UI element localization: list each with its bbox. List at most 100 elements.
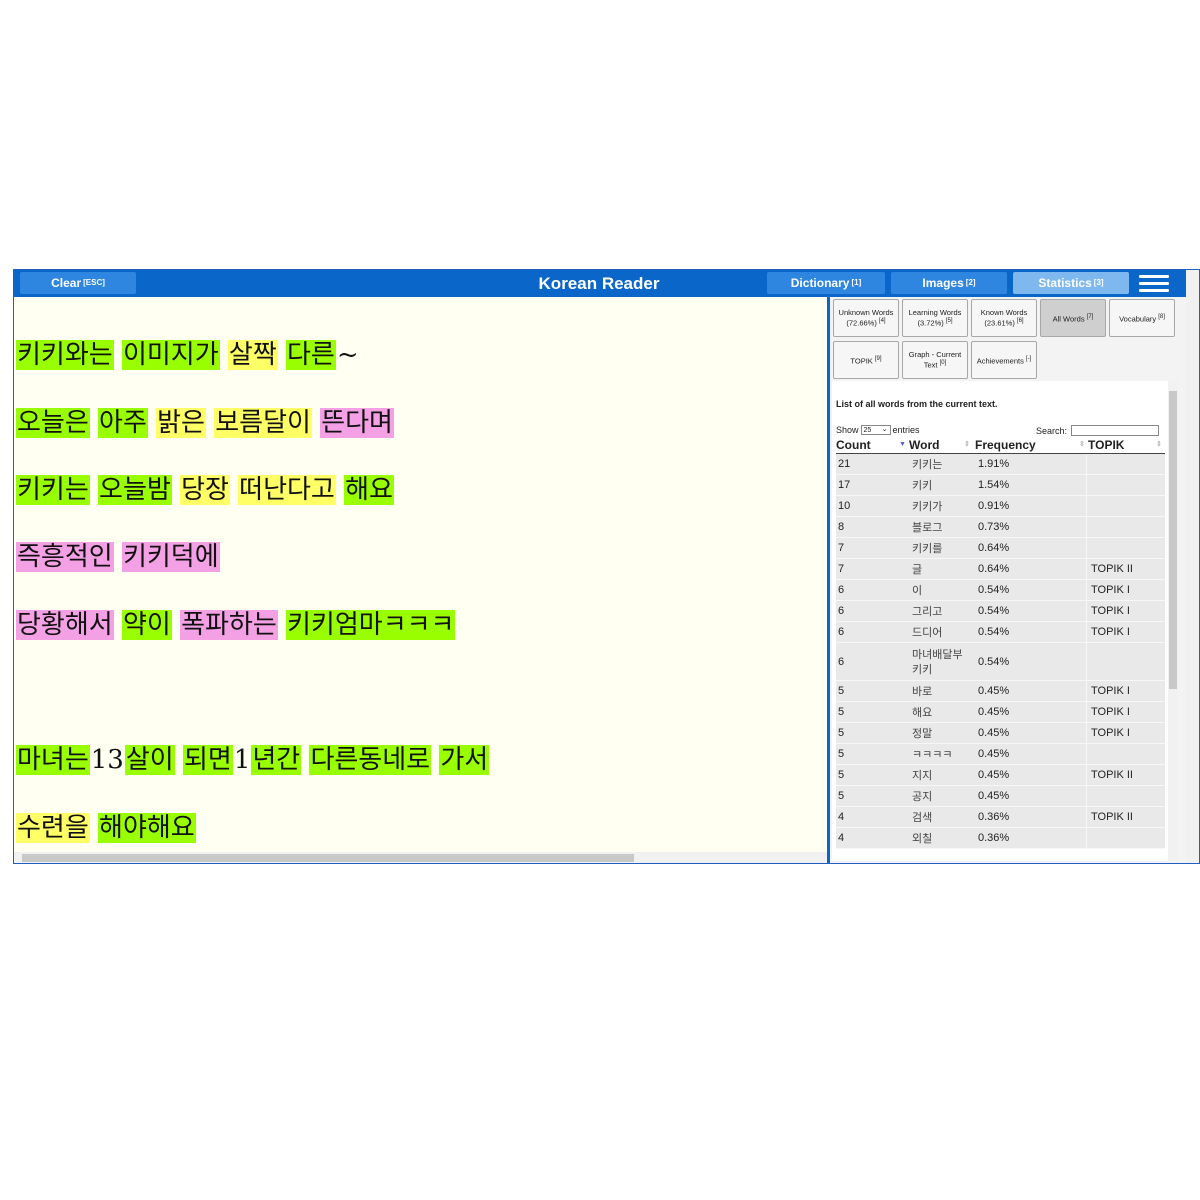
cell-topik-text: TOPIK II: [1091, 811, 1133, 823]
cell-word: 그리고: [912, 601, 974, 621]
cell-count-text: 5: [838, 748, 845, 760]
reader-word[interactable]: 살이: [124, 745, 175, 775]
stat-tab-learning-words-3-72[interactable]: Learning Words (3.72%) [5]: [902, 299, 968, 337]
reader-horizontal-scrollbar[interactable]: [14, 852, 829, 863]
table-row[interactable]: 7 글 0.64% TOPIK II: [836, 559, 1165, 580]
table-row[interactable]: 8 블로그 0.73%: [836, 517, 1165, 538]
reader-word[interactable]: 폭파하는: [180, 610, 278, 640]
reader-word[interactable]: 즉흥적인: [16, 542, 114, 572]
cell-count-text: 6: [838, 655, 845, 668]
cell-count: 7: [838, 538, 844, 558]
column-header-frequency[interactable]: Frequency: [975, 437, 1036, 453]
sort-icon: ⇕: [964, 441, 970, 448]
table-row[interactable]: 4 검색 0.36% TOPIK II: [836, 807, 1165, 828]
table-row[interactable]: 4 외칠 0.36%: [836, 828, 1165, 849]
cell-freq-text: 0.36%: [978, 832, 1010, 844]
column-header-word[interactable]: Word: [909, 437, 939, 453]
cell-word: 키키를: [912, 538, 974, 558]
reader-word[interactable]: 이미지가: [121, 340, 220, 370]
cell-word: 정말: [912, 723, 974, 743]
reader-word[interactable]: 살짝: [227, 340, 278, 370]
reader-word[interactable]: 해요: [344, 475, 394, 505]
table-row[interactable]: 5 해요 0.45% TOPIK I: [836, 702, 1165, 723]
stat-tab-unknown-words-72-66[interactable]: Unknown Words (72.66%) [4]: [833, 299, 899, 337]
reader-word[interactable]: 가서: [439, 745, 490, 775]
cell-word: 키키: [912, 475, 974, 495]
reader-word[interactable]: 키키는: [16, 475, 90, 505]
table-row[interactable]: 5 ㅋㅋㅋㅋ 0.45%: [836, 744, 1165, 765]
reader-word[interactable]: 다른동네로: [309, 745, 432, 775]
hamburger-menu-icon[interactable]: [1134, 272, 1174, 295]
cell-freq: 0.54%: [978, 622, 1009, 642]
sidebar-vertical-scrollbar[interactable]: [1168, 381, 1178, 861]
reader-word[interactable]: 키키덕에: [121, 542, 220, 572]
reader-word[interactable]: 오늘밤: [98, 475, 172, 505]
reader-word[interactable]: 당황해서: [16, 610, 114, 640]
column-divider: [1086, 559, 1087, 579]
stat-tab-topik[interactable]: TOPIK [9]: [833, 341, 899, 379]
stat-tab-vocabulary[interactable]: Vocabulary [8]: [1109, 299, 1175, 337]
reader-word[interactable]: 떠난다고: [238, 475, 336, 505]
table-row[interactable]: 5 정말 0.45% TOPIK I: [836, 723, 1165, 744]
reader-scroll-thumb[interactable]: [22, 854, 634, 862]
stat-tab-shortcut: [9]: [874, 355, 882, 362]
reader-word[interactable]: 키키엄마ㅋㅋㅋ: [286, 610, 456, 640]
show-label: Show: [836, 425, 859, 435]
table-row[interactable]: 6 이 0.54% TOPIK I: [836, 580, 1165, 601]
table-row[interactable]: 5 공지 0.45%: [836, 786, 1165, 807]
stat-tab-text: Vocabulary: [1119, 314, 1157, 324]
dictionary-tab[interactable]: Dictionary [1]: [767, 272, 885, 294]
column-header-count[interactable]: Count: [836, 437, 871, 453]
entries-select[interactable]: 25 ⌄: [860, 425, 891, 435]
table-row[interactable]: 10 키키가 0.91%: [836, 496, 1165, 517]
table-row[interactable]: 21 키키는 1.91%: [836, 454, 1165, 475]
column-divider: [1086, 622, 1087, 642]
images-tab[interactable]: Images [2]: [891, 272, 1007, 294]
table-row[interactable]: 6 드디어 0.54% TOPIK I: [836, 622, 1165, 643]
table-row[interactable]: 5 지지 0.45% TOPIK II: [836, 765, 1165, 786]
table-row[interactable]: 6 그리고 0.54% TOPIK I: [836, 601, 1165, 622]
column-header-topik[interactable]: TOPIK: [1088, 437, 1124, 453]
stat-tab-all-words[interactable]: All Words [7]: [1040, 299, 1106, 337]
stat-tab-label: Unknown Words (72.66%) [4]: [836, 308, 896, 328]
cell-topik-text: TOPIK I: [1091, 584, 1130, 596]
table-row[interactable]: 6 마녀배달부 키키 0.54%: [836, 643, 1165, 681]
reader-word[interactable]: 다른: [286, 340, 336, 370]
clear-button[interactable]: Clear [ESC]: [20, 272, 136, 294]
clear-shortcut: [ESC]: [83, 277, 105, 287]
reader-word[interactable]: 보름달이: [214, 408, 312, 438]
stat-tab-achievements[interactable]: Achievements [-]: [971, 341, 1037, 379]
reader-word[interactable]: 약이: [121, 610, 172, 640]
cell-word-text: 키키를: [912, 541, 943, 555]
table-row[interactable]: 17 키키 1.54%: [836, 475, 1165, 496]
reader-word[interactable]: 마녀는: [16, 745, 90, 775]
reader-word[interactable]: 키키와는: [16, 340, 114, 370]
reader-word[interactable]: 년간: [251, 745, 302, 775]
window-vertical-scrollbar[interactable]: [1186, 270, 1199, 863]
cell-topik-text: TOPIK II: [1091, 769, 1133, 781]
search-input[interactable]: [1071, 425, 1160, 436]
cell-freq-text: 0.54%: [978, 605, 1010, 617]
reader-word[interactable]: 오늘은: [16, 408, 90, 438]
reader-word[interactable]: 되면: [182, 745, 233, 775]
cell-count: 4: [838, 828, 844, 848]
cell-freq-text: 1.91%: [978, 458, 1010, 470]
reader-word[interactable]: 해야해요: [98, 813, 196, 843]
cell-freq-text: 0.64%: [978, 542, 1010, 554]
column-divider: [1086, 496, 1087, 516]
statistics-tab[interactable]: Statistics [3]: [1013, 272, 1129, 294]
clear-button-label: Clear: [51, 276, 82, 290]
stat-tab-known-words-23-61[interactable]: Known Words (23.61%) [6]: [971, 299, 1037, 337]
table-row[interactable]: 5 바로 0.45% TOPIK I: [836, 681, 1165, 702]
reader-word[interactable]: 뜬다며: [320, 408, 394, 438]
sidebar-scroll-thumb[interactable]: [1169, 391, 1177, 689]
reader-word[interactable]: 밝은: [156, 408, 206, 438]
cell-word-text: 드디어: [912, 625, 943, 639]
reader-word[interactable]: 당장: [180, 475, 230, 505]
cell-word-text: 키키가: [912, 499, 943, 513]
table-row[interactable]: 7 키키를 0.64%: [836, 538, 1165, 559]
stat-tab-graph-current-text[interactable]: Graph - Current Text [0]: [902, 341, 968, 379]
reader-word[interactable]: 아주: [98, 408, 148, 438]
reader-line: 키키는 오늘밤 당장 떠난다고 해요: [16, 473, 394, 507]
reader-word[interactable]: 수련을: [16, 813, 90, 843]
